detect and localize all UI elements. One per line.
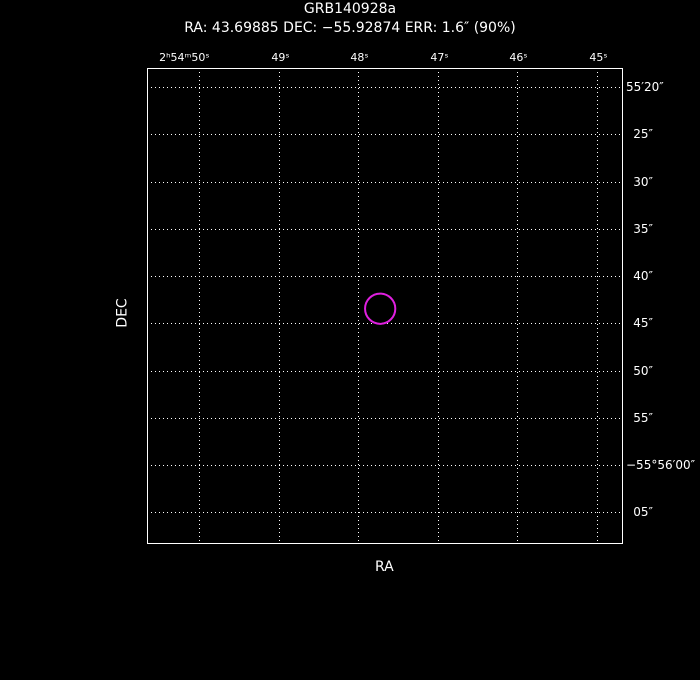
grid <box>147 68 622 543</box>
x-axis-label: RA <box>375 559 394 575</box>
y-tick-label: 50″ <box>633 363 653 378</box>
y-tick-label: 40″ <box>633 268 653 283</box>
x-tick-label: 45ˢ <box>589 51 608 64</box>
y-tick-label: 45″ <box>633 315 653 330</box>
y-tick-label: 25″ <box>633 126 653 141</box>
markers <box>364 292 397 325</box>
y-tick-label: 05″ <box>633 504 653 519</box>
grb-error-circle <box>364 292 397 325</box>
y-axis-label: DEC <box>114 298 131 328</box>
x-tick-label: 46ˢ <box>509 51 528 64</box>
x-tick-label: 2ʰ54ᵐ50ˢ <box>159 51 210 64</box>
y-tick-label: −55°56′00″ <box>626 457 696 472</box>
x-tick-label: 48ˢ <box>350 51 369 64</box>
y-tick-label: 30″ <box>633 174 653 189</box>
y-tick-label: 35″ <box>633 221 653 236</box>
plot-area <box>147 68 623 544</box>
x-tick-label: 47ˢ <box>430 51 449 64</box>
plot-frame <box>147 68 623 544</box>
y-tick-label: 55″ <box>633 410 653 425</box>
x-tick-label: 49ˢ <box>271 51 290 64</box>
y-tick-label: 55′20″ <box>626 79 664 94</box>
